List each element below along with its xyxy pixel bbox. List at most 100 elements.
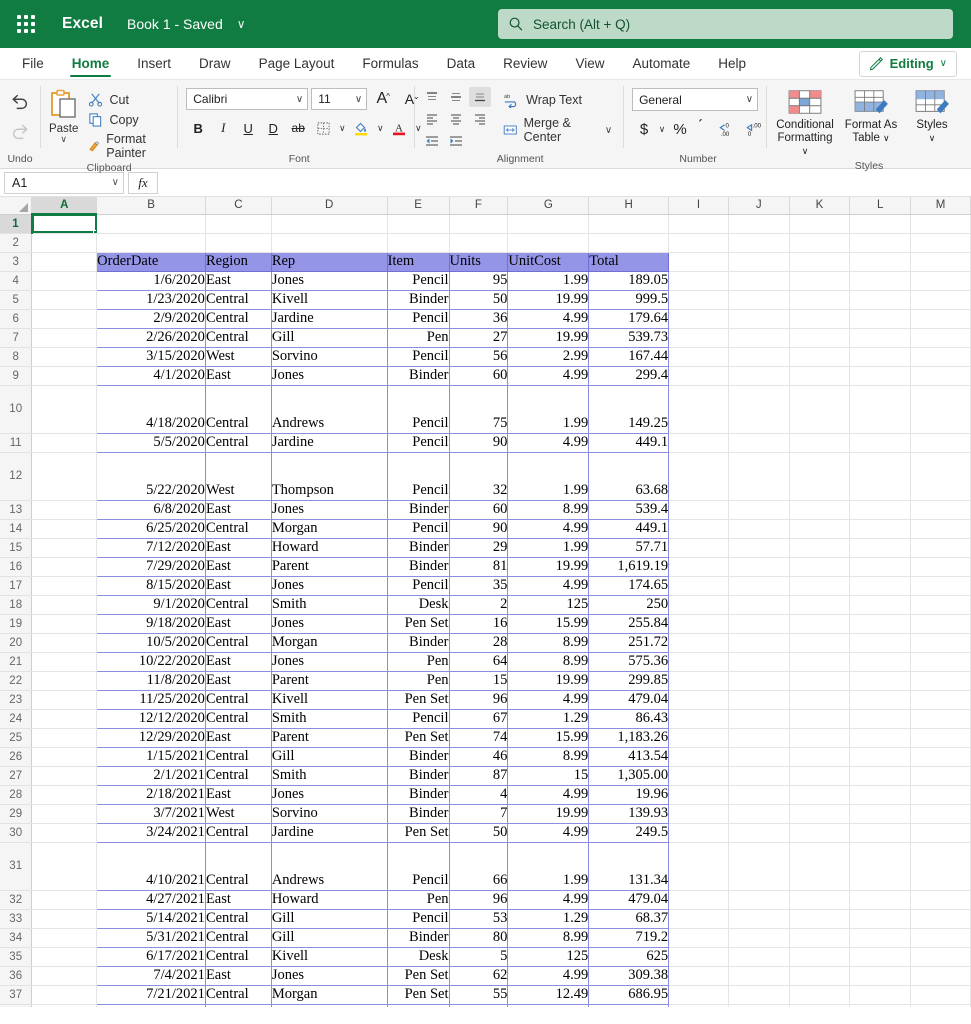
cell-E14[interactable]: Pencil bbox=[387, 519, 449, 538]
cell-H16[interactable]: 1,619.19 bbox=[589, 557, 669, 576]
cell-E16[interactable]: Binder bbox=[387, 557, 449, 576]
row-header-17[interactable]: 17 bbox=[0, 576, 32, 595]
cell-J25[interactable] bbox=[728, 728, 789, 747]
cell-F21[interactable]: 64 bbox=[449, 652, 508, 671]
cell-M20[interactable] bbox=[911, 633, 971, 652]
cell-G7[interactable]: 19.99 bbox=[508, 328, 589, 347]
search-input[interactable]: Search (Alt + Q) bbox=[498, 9, 953, 39]
cell-B25[interactable]: 12/29/2020 bbox=[97, 728, 206, 747]
cell-E5[interactable]: Binder bbox=[387, 290, 449, 309]
row-header-13[interactable]: 13 bbox=[0, 500, 32, 519]
cell-I1[interactable] bbox=[669, 214, 729, 233]
cell-J2[interactable] bbox=[728, 233, 789, 252]
cell-F33[interactable]: 53 bbox=[449, 909, 508, 928]
row-header-35[interactable]: 35 bbox=[0, 947, 32, 966]
cell-E32[interactable]: Pen bbox=[387, 890, 449, 909]
cell-H13[interactable]: 539.4 bbox=[589, 500, 669, 519]
underline-button[interactable]: U bbox=[236, 116, 260, 140]
bold-button[interactable]: B bbox=[186, 116, 210, 140]
row-header-21[interactable]: 21 bbox=[0, 652, 32, 671]
column-header-l[interactable]: L bbox=[850, 197, 911, 214]
cell-C18[interactable]: Central bbox=[205, 595, 271, 614]
cell-B37[interactable]: 7/21/2021 bbox=[97, 985, 206, 1004]
cell-L38[interactable] bbox=[850, 1004, 911, 1007]
cell-B7[interactable]: 2/26/2020 bbox=[97, 328, 206, 347]
cell-A6[interactable] bbox=[32, 309, 97, 328]
cell-L14[interactable] bbox=[850, 519, 911, 538]
cell-G11[interactable]: 4.99 bbox=[508, 433, 589, 452]
cell-C10[interactable]: Central bbox=[205, 385, 271, 433]
cell-D1[interactable] bbox=[271, 214, 387, 233]
cell-J34[interactable] bbox=[728, 928, 789, 947]
cell-J13[interactable] bbox=[728, 500, 789, 519]
cell-E34[interactable]: Binder bbox=[387, 928, 449, 947]
cell-J17[interactable] bbox=[728, 576, 789, 595]
percent-format-button[interactable]: % bbox=[670, 118, 690, 140]
cell-L25[interactable] bbox=[850, 728, 911, 747]
cell-I28[interactable] bbox=[669, 785, 729, 804]
cell-A9[interactable] bbox=[32, 366, 97, 385]
row-header-33[interactable]: 33 bbox=[0, 909, 32, 928]
copy-button[interactable]: Copy bbox=[86, 110, 177, 129]
tab-data[interactable]: Data bbox=[433, 48, 490, 79]
cell-B31[interactable]: 4/10/2021 bbox=[97, 842, 206, 890]
cell-E33[interactable]: Pencil bbox=[387, 909, 449, 928]
cell-K3[interactable] bbox=[789, 252, 850, 271]
cell-A32[interactable] bbox=[32, 890, 97, 909]
cell-A28[interactable] bbox=[32, 785, 97, 804]
cell-A35[interactable] bbox=[32, 947, 97, 966]
cell-B32[interactable]: 4/27/2021 bbox=[97, 890, 206, 909]
cell-C4[interactable]: East bbox=[205, 271, 271, 290]
row-header-9[interactable]: 9 bbox=[0, 366, 32, 385]
cell-C9[interactable]: East bbox=[205, 366, 271, 385]
cell-M2[interactable] bbox=[911, 233, 971, 252]
cell-C19[interactable]: East bbox=[205, 614, 271, 633]
cell-B19[interactable]: 9/18/2020 bbox=[97, 614, 206, 633]
cell-B27[interactable]: 2/1/2021 bbox=[97, 766, 206, 785]
cell-styles-button[interactable]: Styles∨ bbox=[905, 85, 959, 147]
cell-J7[interactable] bbox=[728, 328, 789, 347]
increase-decimal-button[interactable]: .00 0 bbox=[741, 118, 766, 140]
cell-L2[interactable] bbox=[850, 233, 911, 252]
cell-J11[interactable] bbox=[728, 433, 789, 452]
cell-I12[interactable] bbox=[669, 452, 729, 500]
cell-G16[interactable]: 19.99 bbox=[508, 557, 589, 576]
cell-I7[interactable] bbox=[669, 328, 729, 347]
cell-L13[interactable] bbox=[850, 500, 911, 519]
cell-B12[interactable]: 5/22/2020 bbox=[97, 452, 206, 500]
cell-K16[interactable] bbox=[789, 557, 850, 576]
cell-H38[interactable]: 1,005.90 bbox=[589, 1004, 669, 1007]
cell-A12[interactable] bbox=[32, 452, 97, 500]
cell-G18[interactable]: 125 bbox=[508, 595, 589, 614]
cell-G5[interactable]: 19.99 bbox=[508, 290, 589, 309]
cell-H20[interactable]: 251.72 bbox=[589, 633, 669, 652]
align-center-button[interactable] bbox=[445, 109, 467, 129]
cell-C26[interactable]: Central bbox=[205, 747, 271, 766]
cell-F2[interactable] bbox=[449, 233, 508, 252]
spreadsheet-grid[interactable]: ABCDEFGHIJKLM123OrderDateRegionRepItemUn… bbox=[0, 197, 971, 1007]
cell-D2[interactable] bbox=[271, 233, 387, 252]
cell-G17[interactable]: 4.99 bbox=[508, 576, 589, 595]
cell-K37[interactable] bbox=[789, 985, 850, 1004]
cell-C35[interactable]: Central bbox=[205, 947, 271, 966]
cell-A18[interactable] bbox=[32, 595, 97, 614]
cell-M15[interactable] bbox=[911, 538, 971, 557]
cell-A20[interactable] bbox=[32, 633, 97, 652]
cell-M22[interactable] bbox=[911, 671, 971, 690]
cell-A7[interactable] bbox=[32, 328, 97, 347]
cell-L3[interactable] bbox=[850, 252, 911, 271]
cell-I27[interactable] bbox=[669, 766, 729, 785]
cell-I29[interactable] bbox=[669, 804, 729, 823]
cell-E36[interactable]: Pen Set bbox=[387, 966, 449, 985]
cell-K17[interactable] bbox=[789, 576, 850, 595]
cell-F25[interactable]: 74 bbox=[449, 728, 508, 747]
italic-button[interactable]: I bbox=[211, 116, 235, 140]
cell-E11[interactable]: Pencil bbox=[387, 433, 449, 452]
cell-G28[interactable]: 4.99 bbox=[508, 785, 589, 804]
cell-L7[interactable] bbox=[850, 328, 911, 347]
cell-L11[interactable] bbox=[850, 433, 911, 452]
cell-G38[interactable]: 23.95 bbox=[508, 1004, 589, 1007]
cell-G14[interactable]: 4.99 bbox=[508, 519, 589, 538]
cell-B8[interactable]: 3/15/2020 bbox=[97, 347, 206, 366]
cell-G21[interactable]: 8.99 bbox=[508, 652, 589, 671]
